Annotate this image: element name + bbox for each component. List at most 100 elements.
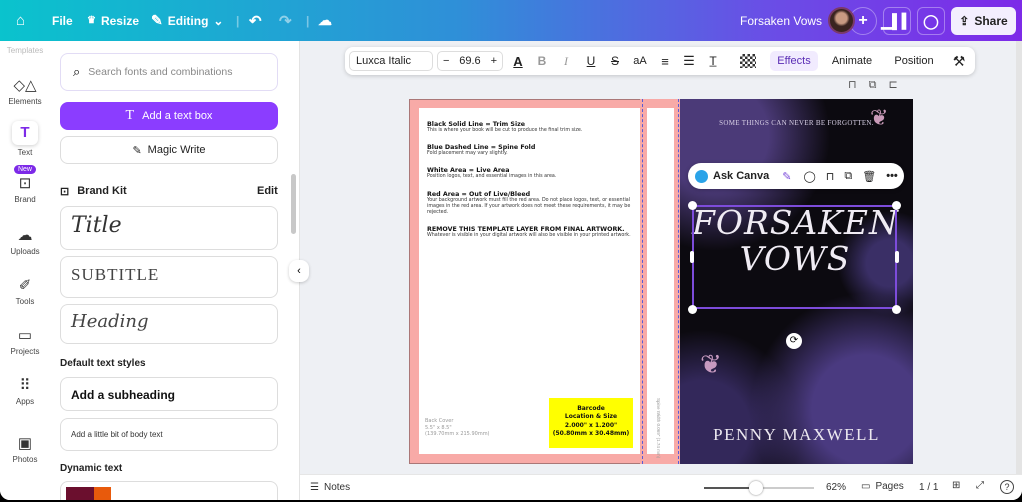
guide-body: Position logos, text, and essential imag… (427, 174, 557, 180)
comment-add-icon[interactable]: ◯ (803, 170, 815, 183)
rail-elements[interactable]: ◇△ Elements (0, 76, 50, 106)
add-subheading-button[interactable]: Add a subheading (60, 377, 278, 411)
zoom-value[interactable]: 62% (826, 482, 846, 493)
selection-box[interactable] (692, 205, 897, 309)
new-badge: New (13, 165, 36, 174)
ask-canva-button[interactable]: Ask Canva (713, 170, 769, 182)
guide-title: Red Area = Out of Live/Bleed (427, 190, 531, 198)
add-text-box-button[interactable]: T Add a text box (60, 102, 278, 130)
list-icon[interactable]: ☰ (681, 51, 697, 71)
help-button[interactable]: ? (1000, 480, 1014, 494)
transparency-icon[interactable] (740, 54, 756, 68)
rail-tools[interactable]: ✐ Tools (0, 276, 50, 306)
apps-icon: ⠿ (19, 377, 31, 394)
text-toolbar: Luxca Italic −69.6 + A B I U S aA ≡ ☰ T̲ … (345, 47, 975, 75)
animate-button[interactable]: Animate (827, 51, 877, 71)
resize-handle[interactable] (688, 201, 697, 210)
add-page-icon[interactable]: ⊏ (888, 79, 909, 91)
avatar[interactable] (828, 7, 855, 34)
brand-style-subtitle[interactable]: SUBTITLE (60, 256, 278, 298)
ask-canva-icon (695, 169, 708, 183)
magic-edit-icon[interactable]: ✎ (782, 170, 791, 183)
letter-case-icon[interactable]: aA (631, 51, 649, 71)
grid-view-icon[interactable]: ⊞ (952, 480, 960, 491)
document-title[interactable]: Forsaken Vows (740, 14, 822, 28)
analytics-icon[interactable]: ▁▌▍ (881, 7, 913, 35)
position-button[interactable]: Position (889, 51, 939, 71)
file-menu[interactable]: File (52, 14, 73, 28)
rotate-handle-icon[interactable]: ⟳ (786, 333, 802, 349)
font-size-stepper[interactable]: −69.6 + (437, 51, 503, 71)
home-icon[interactable]: ⌂ (16, 12, 25, 29)
rail-label: Photos (12, 455, 38, 464)
strikethrough-icon[interactable]: S (607, 51, 623, 71)
font-search-input[interactable]: ⌕ Search fonts and combinations (60, 53, 278, 91)
brand-kit-edit-link[interactable]: Edit (257, 185, 278, 197)
redo-icon[interactable]: ↷ (279, 12, 292, 30)
barcode-line: (50.80mm x 30.48mm) (552, 430, 630, 438)
bold-icon[interactable]: B (534, 51, 550, 71)
underline-icon[interactable]: U (583, 51, 599, 71)
front-cover[interactable]: SOME THINGS CAN NEVER BE FORGOTTEN. ❦ FO… (680, 99, 913, 464)
duplicate-icon[interactable]: ⧉ (844, 170, 852, 183)
resize-handle[interactable] (895, 251, 899, 263)
undo-icon[interactable]: ↶ (249, 12, 262, 30)
canvas-scrollbar[interactable] (1016, 41, 1022, 474)
brand-kit-label: Brand Kit (77, 185, 127, 197)
rail-uploads[interactable]: ☁ Uploads (0, 226, 50, 256)
more-options-icon[interactable]: ••• (886, 170, 898, 182)
rail-label: Brand (14, 195, 36, 204)
brand-style-heading[interactable]: Heading (60, 304, 278, 344)
brand-style-title[interactable]: Title (60, 206, 278, 250)
bottom-bar: ☰ Notes 62% ▭ Pages 1 / 1 ⊞ ⤢ ? (300, 474, 1022, 500)
duplicate-page-icon[interactable]: ⧉ (869, 79, 889, 91)
collapse-panel-button[interactable]: ‹ (289, 260, 309, 282)
align-center-icon[interactable]: ≡ (657, 51, 673, 71)
rail-label: Tools (15, 297, 35, 306)
lock-icon[interactable]: ⊓ (826, 170, 835, 183)
rail-label: Uploads (10, 247, 40, 256)
comment-icon[interactable]: ◯ (917, 7, 945, 35)
font-size-value[interactable]: 69.6 (459, 55, 480, 67)
rail-brand[interactable]: New ⊡ Brand (0, 164, 50, 204)
rail-apps[interactable]: ⠿ Apps (0, 376, 50, 406)
share-button[interactable]: ⇪ Share (951, 7, 1016, 35)
barcode-line: 2.000" x 1.200" (564, 421, 618, 429)
panel-scrollbar[interactable] (291, 174, 296, 234)
rail-templates[interactable]: Templates (0, 46, 50, 55)
text-icon: T (125, 108, 135, 123)
cloud-check-icon[interactable]: ☁ (318, 12, 332, 29)
delete-icon[interactable]: 🗑 (862, 170, 876, 183)
notes-button[interactable]: ☰ Notes (310, 482, 350, 493)
zoom-slider-thumb[interactable] (749, 481, 763, 495)
paint-format-icon[interactable]: ⚒ (951, 51, 967, 71)
italic-icon[interactable]: I (558, 51, 574, 71)
resize-button[interactable]: ♛ Resize (87, 14, 139, 28)
magic-write-button[interactable]: ✎ Magic Write (60, 136, 278, 164)
dynamic-text-item[interactable] (60, 481, 278, 500)
rail-text[interactable]: T Text (0, 121, 50, 157)
resize-handle[interactable] (892, 201, 901, 210)
lock-icon[interactable]: ⊓ (848, 79, 869, 91)
effects-button[interactable]: Effects (770, 51, 818, 71)
rail-photos[interactable]: ▣ Photos (0, 434, 50, 464)
resize-handle[interactable] (688, 305, 697, 314)
rail-projects[interactable]: ▭ Projects (0, 326, 50, 356)
decrease-size-button[interactable]: − (443, 55, 449, 67)
book-cover-page[interactable]: Black Solid Line = Trim Size This is wher… (409, 99, 913, 464)
resize-handle[interactable] (892, 305, 901, 314)
cover-author[interactable]: PENNY MAXWELL (680, 425, 913, 445)
increase-size-button[interactable]: + (491, 55, 497, 67)
back-cover-live-area[interactable]: Black Solid Line = Trim Size This is wher… (419, 108, 640, 454)
editing-dropdown[interactable]: ✎ Editing ⌄ (151, 12, 223, 29)
text-color-icon[interactable]: A (509, 51, 527, 71)
add-body-text-button[interactable]: Add a little bit of body text (60, 418, 278, 451)
resize-handle[interactable] (690, 251, 694, 263)
rail-label: Elements (8, 97, 42, 106)
fullscreen-icon[interactable]: ⤢ (976, 480, 984, 491)
zoom-slider[interactable] (704, 481, 814, 495)
spine-width-text: Spine Width 0.069" (1.74 mm) (656, 398, 661, 459)
pages-button[interactable]: ▭ Pages (861, 481, 904, 492)
font-family-select[interactable]: Luxca Italic (349, 51, 433, 71)
spacing-icon[interactable]: T̲ (705, 51, 721, 71)
